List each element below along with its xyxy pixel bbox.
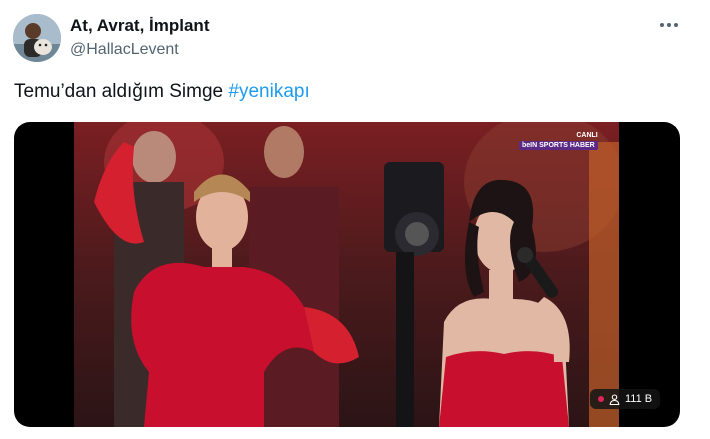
live-dot <box>598 396 604 402</box>
view-count: 111 B <box>625 393 653 405</box>
broadcast-logo: CANLI beIN SPORTS HABER <box>519 132 598 150</box>
tweet-body: Temu’dan aldığım Simge <box>14 81 229 102</box>
avatar-image <box>13 14 61 62</box>
more-icon <box>660 23 664 27</box>
channel-brand: beIN SPORTS HABER <box>519 141 598 150</box>
view-count-badge: 111 B <box>590 389 661 409</box>
more-options-button[interactable] <box>656 14 682 36</box>
avatar[interactable] <box>13 14 61 62</box>
tweet-text: Temu’dan aldığım Simge #yenikapı <box>14 81 310 103</box>
author-handle[interactable]: @HallacLevent <box>70 41 179 59</box>
video-player[interactable]: CANLI beIN SPORTS HABER 111 B <box>14 122 680 427</box>
live-label: CANLI <box>576 132 598 139</box>
hashtag-link[interactable]: #yenikapı <box>228 81 309 102</box>
video-frame <box>74 122 619 427</box>
author-name[interactable]: At, Avrat, İmplant <box>70 16 209 36</box>
user-icon <box>609 393 620 405</box>
tweet: At, Avrat, İmplant @HallacLevent Temu’da… <box>0 0 710 439</box>
